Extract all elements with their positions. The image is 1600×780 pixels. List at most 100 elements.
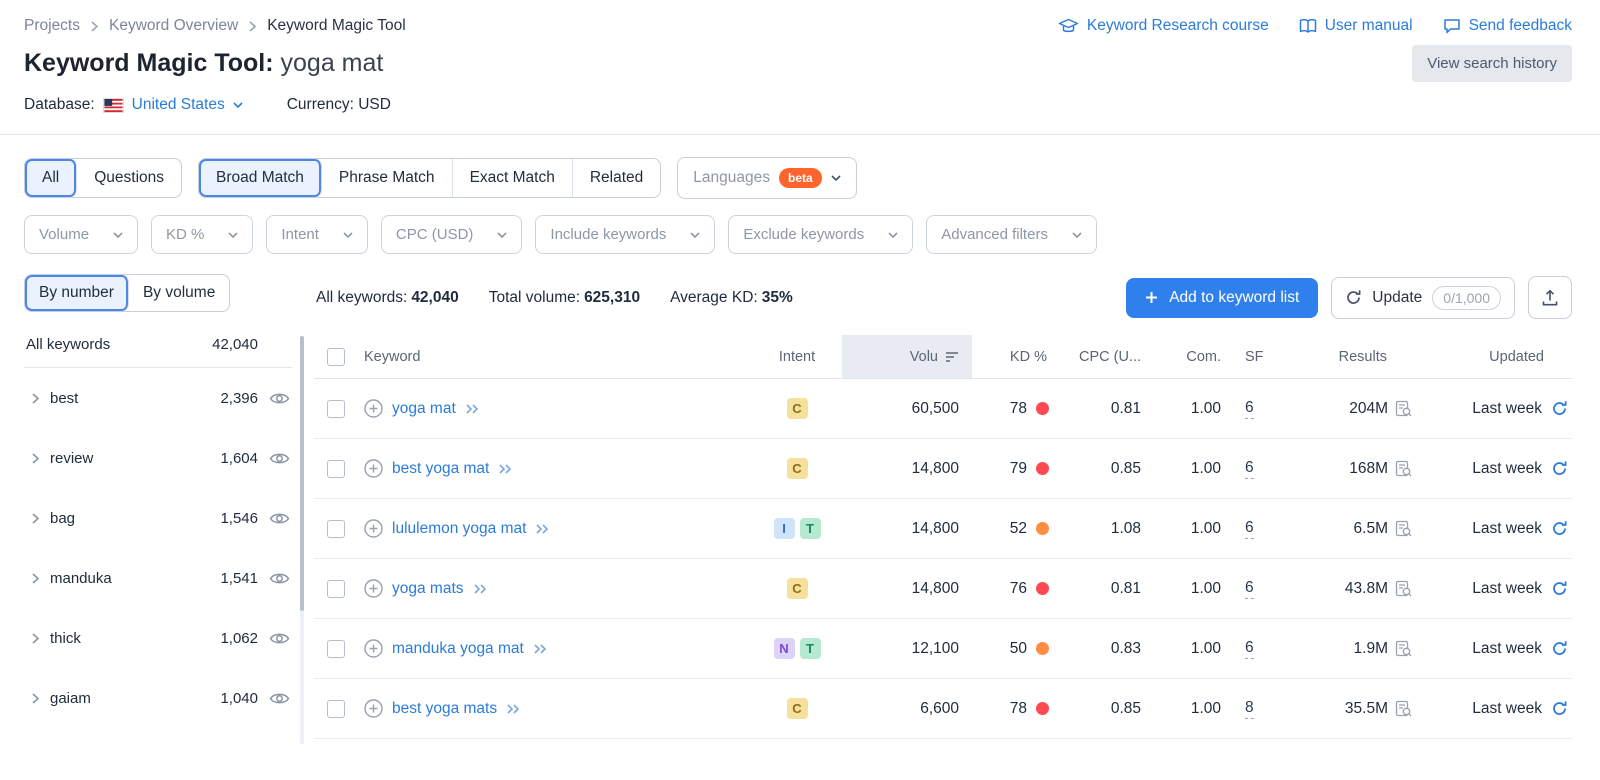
eye-icon[interactable] [269,511,290,526]
serp-features-count[interactable]: 6 [1245,519,1254,539]
row-checkbox[interactable] [327,520,345,538]
refresh-row-icon[interactable] [1551,520,1568,537]
column-header-kd[interactable]: KD % [972,335,1057,378]
table-row: lululemon yoga mat IT 14,800 52 1.08 1.0… [314,499,1572,559]
expand-keyword-icon[interactable] [473,584,487,594]
column-header-intent[interactable]: Intent [752,335,842,378]
filter-dropdown[interactable]: Include keywords [535,215,715,254]
view-serp-icon[interactable] [1395,400,1412,417]
row-checkbox[interactable] [327,400,345,418]
update-button[interactable]: Update 0/1,000 [1331,277,1515,319]
keyword-research-course-link[interactable]: Keyword Research course [1058,17,1269,35]
expand-keyword-icon[interactable] [535,524,549,534]
serp-features-count[interactable]: 6 [1245,399,1254,419]
refresh-row-icon[interactable] [1551,460,1568,477]
tab-exact-match[interactable]: Exact Match [453,159,573,197]
view-serp-icon[interactable] [1395,700,1412,717]
add-keyword-icon[interactable] [364,699,383,718]
sort-by-volume-tab[interactable]: By volume [129,275,229,311]
scrollbar-thumb[interactable] [300,336,304,611]
row-checkbox[interactable] [327,640,345,658]
column-header-results[interactable]: Results [1295,335,1420,378]
filter-dropdown[interactable]: Exclude keywords [728,215,913,254]
serp-features-count[interactable]: 6 [1245,579,1254,599]
database-selector[interactable]: United States [103,96,243,114]
filter-dropdown[interactable]: KD % [151,215,253,254]
keyword-link[interactable]: best yoga mat [392,460,489,478]
course-link-label: Keyword Research course [1087,17,1269,35]
add-keyword-icon[interactable] [364,639,383,658]
filter-dropdown[interactable]: CPC (USD) [381,215,523,254]
filter-dropdown[interactable]: Intent [266,215,368,254]
tab-broad-match[interactable]: Broad Match [199,159,322,197]
keyword-group-row[interactable]: gaiam 1,040 [24,668,292,728]
column-header-sf[interactable]: SF [1237,335,1295,378]
column-header-updated[interactable]: Updated [1420,335,1572,378]
keyword-link[interactable]: yoga mats [392,580,464,598]
filter-label: CPC (USD) [396,226,474,243]
refresh-row-icon[interactable] [1551,580,1568,597]
keyword-group-row[interactable]: bag 1,546 [24,488,292,548]
keyword-group-row[interactable]: manduka 1,541 [24,548,292,608]
intent-cell: C [752,458,842,479]
all-keywords-row[interactable]: All keywords 42,040 [24,322,292,368]
eye-icon[interactable] [269,691,290,706]
column-header-com[interactable]: Com. [1157,335,1237,378]
refresh-row-icon[interactable] [1551,700,1568,717]
view-serp-icon[interactable] [1395,520,1412,537]
refresh-row-icon[interactable] [1551,400,1568,417]
expand-keyword-icon[interactable] [506,704,520,714]
eye-icon[interactable] [269,631,290,646]
view-search-history-button[interactable]: View search history [1412,45,1572,82]
keyword-group-row[interactable]: review 1,604 [24,428,292,488]
user-manual-link[interactable]: User manual [1299,17,1413,35]
chevron-right-icon [32,393,39,404]
view-serp-icon[interactable] [1395,640,1412,657]
row-checkbox[interactable] [327,460,345,478]
refresh-row-icon[interactable] [1551,640,1568,657]
add-keyword-icon[interactable] [364,459,383,478]
row-checkbox[interactable] [327,580,345,598]
tab-all[interactable]: All [25,159,77,197]
eye-icon[interactable] [269,451,290,466]
languages-dropdown[interactable]: Languages beta [677,157,856,199]
send-feedback-link[interactable]: Send feedback [1443,17,1572,35]
eye-icon[interactable] [269,391,290,406]
keyword-link[interactable]: manduka yoga mat [392,640,524,658]
add-keyword-icon[interactable] [364,519,383,538]
filter-dropdown[interactable]: Volume [24,215,138,254]
keyword-link[interactable]: yoga mat [392,400,456,418]
expand-keyword-icon[interactable] [533,644,547,654]
column-header-volume[interactable]: Volu [842,335,972,378]
serp-features-cell: 6 [1237,579,1295,599]
tab-related[interactable]: Related [573,159,660,197]
group-label: bag [50,510,209,527]
view-serp-icon[interactable] [1395,460,1412,477]
keyword-group-row[interactable]: thick 1,062 [24,608,292,668]
select-all-checkbox[interactable] [327,348,345,366]
export-button[interactable] [1528,276,1572,319]
add-keyword-icon[interactable] [364,579,383,598]
breadcrumb-keyword-overview[interactable]: Keyword Overview [109,17,238,35]
add-keyword-icon[interactable] [364,399,383,418]
sort-by-number-tab[interactable]: By number [25,275,129,311]
filter-dropdown[interactable]: Advanced filters [926,215,1097,254]
expand-keyword-icon[interactable] [465,404,479,414]
breadcrumb-projects[interactable]: Projects [24,17,80,35]
serp-features-count[interactable]: 8 [1245,699,1254,719]
serp-features-count[interactable]: 6 [1245,459,1254,479]
tab-questions[interactable]: Questions [77,159,181,197]
tab-phrase-match[interactable]: Phrase Match [322,159,453,197]
column-header-keyword[interactable]: Keyword [358,335,752,378]
keyword-link[interactable]: best yoga mats [392,700,497,718]
expand-keyword-icon[interactable] [498,464,512,474]
view-serp-icon[interactable] [1395,580,1412,597]
eye-icon[interactable] [269,571,290,586]
column-header-cpc[interactable]: CPC (U... [1057,335,1157,378]
keyword-group-row[interactable]: best 2,396 [24,368,292,428]
serp-features-count[interactable]: 6 [1245,639,1254,659]
add-to-keyword-list-button[interactable]: Add to keyword list [1126,278,1318,318]
keyword-link[interactable]: lululemon yoga mat [392,520,526,538]
sidebar-scrollbar[interactable] [300,336,304,744]
row-checkbox[interactable] [327,700,345,718]
